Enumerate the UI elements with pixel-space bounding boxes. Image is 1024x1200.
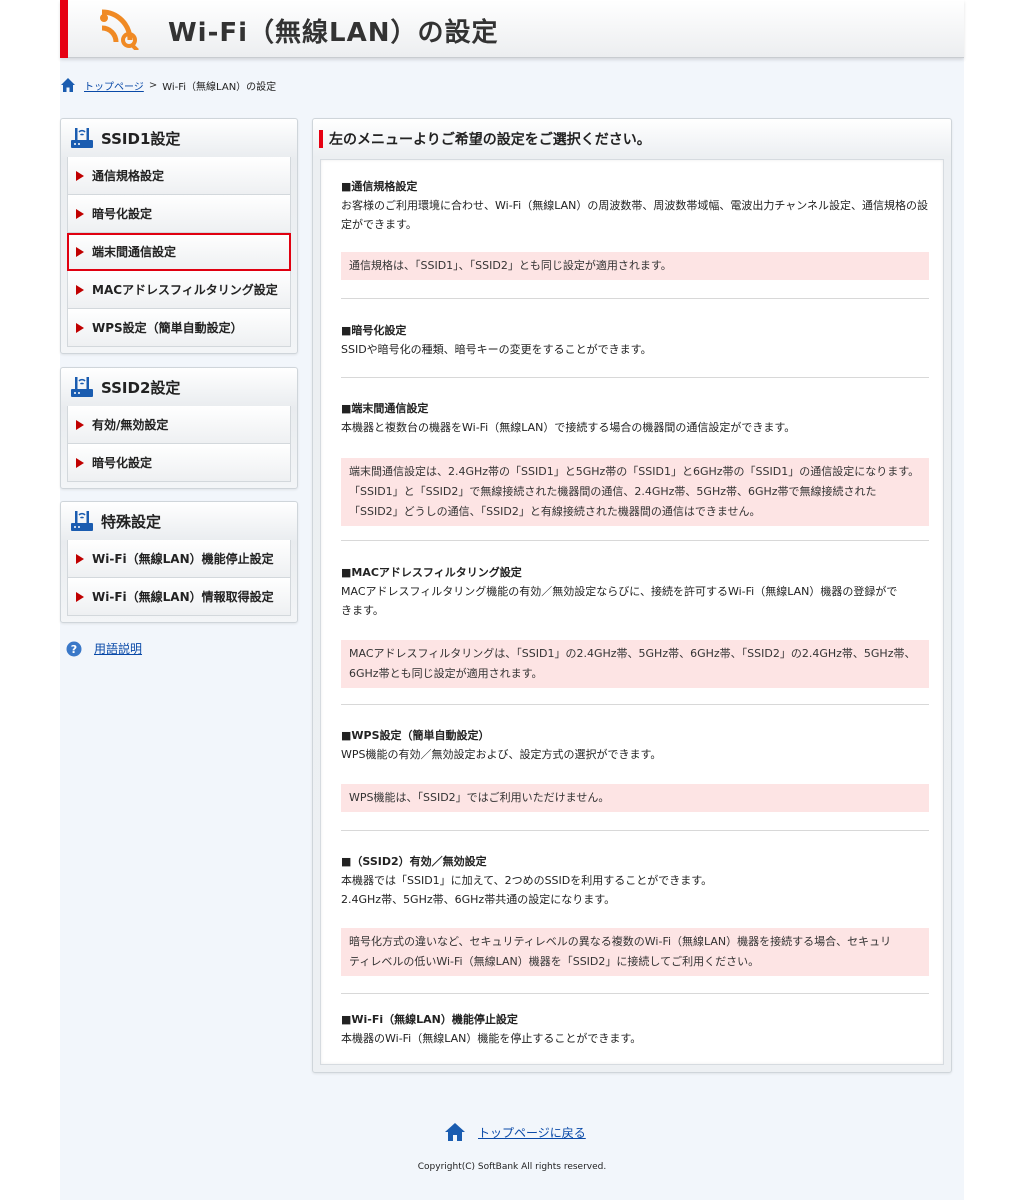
home-icon	[445, 1123, 465, 1141]
sidebar-ssid1-header: SSID1設定	[67, 119, 291, 157]
header-accent-bar	[60, 0, 68, 58]
sidebar-item-standard[interactable]: 通信規格設定	[67, 157, 291, 195]
sidebar-item-enable-disable[interactable]: 有効/無効設定	[67, 406, 291, 444]
section-ssid2-enable: ■（SSID2）有効／無効設定 本機器では「SSID1」に加えて、2つめのSSI…	[341, 855, 713, 906]
sidebar-item-wifi-info[interactable]: Wi-Fi（無線LAN）情報取得設定	[67, 578, 291, 616]
sidebar-ssid2-title: SSID2設定	[101, 378, 181, 397]
sidebar-item-ssid2-encryption[interactable]: 暗号化設定	[67, 444, 291, 482]
note-mac-filter: MACアドレスフィルタリングは、「SSID1」の2.4GHz帯、5GHz帯、6G…	[341, 640, 929, 688]
back-to-top-link[interactable]: トップページに戻る	[478, 1124, 586, 1141]
section-wps: ■WPS設定（簡単自動設定） WPS機能の有効／無効設定および、設定方式の選択が…	[341, 729, 662, 761]
main-heading: 左のメニューよりご希望の設定をご選択ください。	[319, 129, 651, 149]
sidebar-ssid1-group: SSID1設定 通信規格設定 暗号化設定 端末間通信設定 MACアドレスフィルタ…	[60, 118, 298, 354]
glossary-link[interactable]: 用語説明	[94, 640, 142, 657]
sidebar-special-group: 特殊設定 Wi-Fi（無線LAN）機能停止設定 Wi-Fi（無線LAN）情報取得…	[60, 501, 298, 623]
breadcrumb-separator: >	[148, 79, 158, 91]
page-title: Wi-Fi（無線LAN）の設定	[168, 18, 499, 48]
main-panel: 左のメニューよりご希望の設定をご選択ください。 ■通信規格設定 お客様のご利用環…	[312, 118, 952, 1073]
router-icon	[71, 377, 93, 397]
triangle-right-icon	[76, 457, 84, 468]
description-list: ■通信規格設定 お客様のご利用環境に合わせ、Wi-Fi（無線LAN）の周波数帯、…	[320, 159, 944, 1065]
back-to-top: トップページに戻る	[444, 1122, 586, 1142]
router-icon	[71, 511, 93, 531]
sidebar-item-mac-filter[interactable]: MACアドレスフィルタリング設定	[67, 271, 291, 309]
divider	[341, 298, 929, 299]
section-wifi-stop: ■Wi-Fi（無線LAN）機能停止設定 本機器のWi-Fi（無線LAN）機能を停…	[341, 1013, 642, 1045]
section-standard: ■通信規格設定 お客様のご利用環境に合わせ、Wi-Fi（無線LAN）の周波数帯、…	[341, 180, 929, 231]
sidebar-item-wps[interactable]: WPS設定（簡単自動設定）	[67, 309, 291, 347]
heading-accent-bar	[319, 130, 323, 148]
breadcrumb-current: Wi-Fi（無線LAN）の設定	[162, 81, 277, 93]
sidebar-item-inter-terminal[interactable]: 端末間通信設定	[67, 233, 291, 271]
triangle-right-icon	[76, 170, 84, 181]
sidebar-special-header: 特殊設定	[67, 502, 291, 540]
sidebar-ssid2-group: SSID2設定 有効/無効設定 暗号化設定	[60, 367, 298, 489]
note-inter-terminal: 端末間通信設定は、2.4GHz帯の「SSID1」と5GHz帯の「SSID1」と6…	[341, 458, 929, 526]
triangle-right-icon	[76, 553, 84, 564]
triangle-right-icon	[76, 284, 84, 295]
sidebar-ssid1-title: SSID1設定	[101, 129, 181, 148]
divider	[341, 993, 929, 994]
sidebar-item-encryption[interactable]: 暗号化設定	[67, 195, 291, 233]
page: Wi-Fi（無線LAN）の設定 トップページ > Wi-Fi（無線LAN）の設定…	[60, 0, 964, 1200]
divider	[341, 830, 929, 831]
divider	[341, 704, 929, 705]
sidebar-item-wifi-stop[interactable]: Wi-Fi（無線LAN）機能停止設定	[67, 540, 291, 578]
triangle-right-icon	[76, 591, 84, 602]
router-icon	[71, 128, 93, 148]
divider	[341, 540, 929, 541]
section-mac-filter: ■MACアドレスフィルタリング設定 MACアドレスフィルタリング機能の有効／無効…	[341, 566, 898, 617]
note-wps: WPS機能は、「SSID2」ではご利用いただけません。	[341, 784, 929, 812]
triangle-right-icon	[76, 246, 84, 257]
sidebar-ssid2-header: SSID2設定	[67, 368, 291, 406]
triangle-right-icon	[76, 322, 84, 333]
note-standard: 通信規格は、「SSID1」、「SSID2」とも同じ設定が適用されます。	[341, 252, 929, 280]
page-header: Wi-Fi（無線LAN）の設定	[60, 0, 964, 58]
copyright: Copyright(C) SoftBank All rights reserve…	[417, 1162, 607, 1172]
triangle-right-icon	[76, 208, 84, 219]
breadcrumb-home-link[interactable]: トップページ	[84, 78, 144, 93]
wifi-wrench-icon	[100, 9, 139, 50]
divider	[341, 377, 929, 378]
main-heading-text: 左のメニューよりご希望の設定をご選択ください。	[329, 132, 651, 148]
breadcrumb: トップページ > Wi-Fi（無線LAN）の設定	[60, 76, 276, 94]
section-encryption: ■暗号化設定 SSIDや暗号化の種類、暗号キーの変更をすることができます。	[341, 324, 652, 356]
note-ssid2-enable: 暗号化方式の違いなど、セキュリティレベルの異なる複数のWi-Fi（無線LAN）機…	[341, 928, 929, 976]
help-icon: ?	[66, 641, 82, 656]
svg-text:?: ?	[71, 643, 77, 656]
sidebar-special-title: 特殊設定	[101, 512, 162, 531]
section-inter-terminal: ■端末間通信設定 本機器と複数台の機器をWi-Fi（無線LAN）で接続する場合の…	[341, 402, 796, 434]
glossary-link-row: ? 用語説明	[66, 640, 142, 657]
home-icon	[61, 78, 75, 92]
triangle-right-icon	[76, 419, 84, 430]
